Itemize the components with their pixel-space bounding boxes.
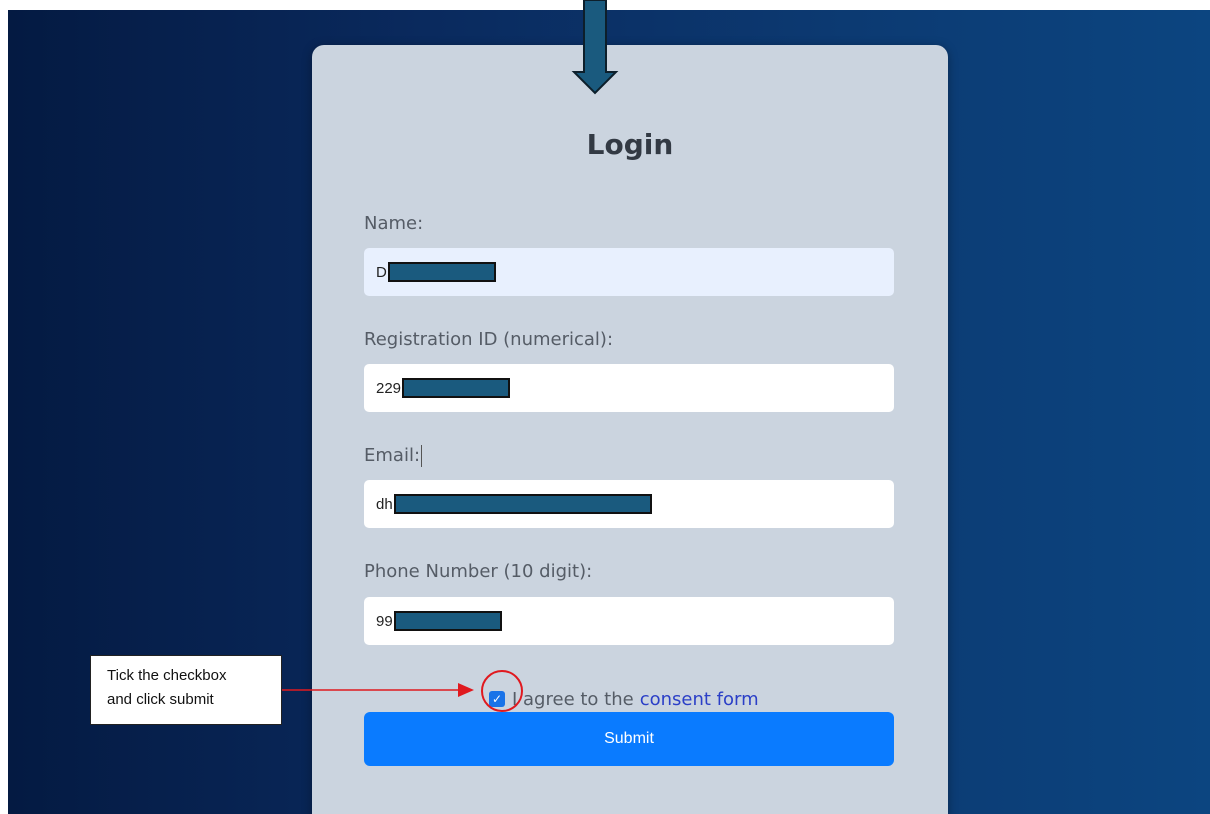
down-arrow-icon (571, 0, 619, 95)
annotation-arrowhead-icon (458, 683, 474, 697)
annotation-note: Tick the checkbox and click submit (90, 655, 282, 725)
annotation-highlight-circle (481, 670, 523, 712)
annotation-note-line: Tick the checkbox (107, 667, 227, 684)
annotation-note-line: and click submit (107, 691, 214, 708)
